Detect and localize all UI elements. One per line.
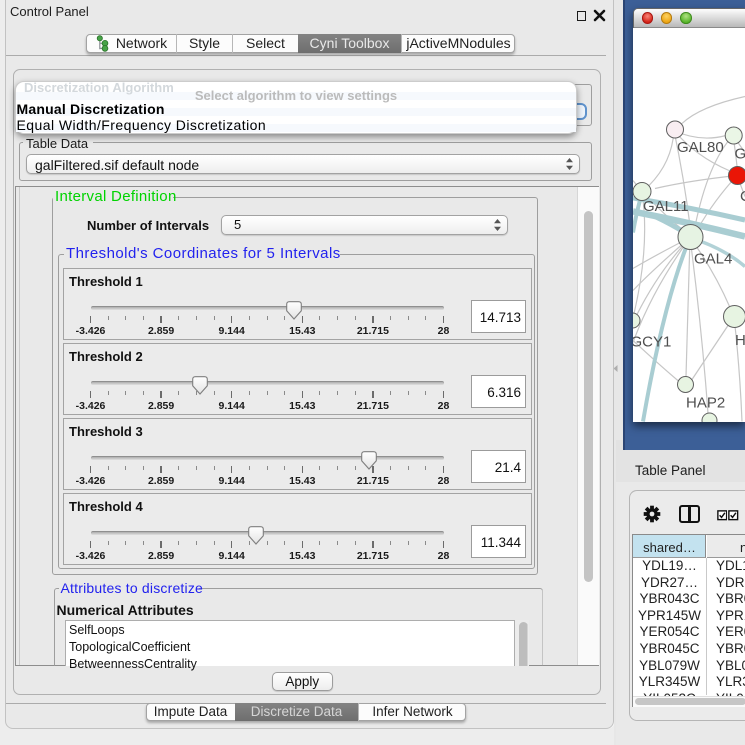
svg-text:GAL: GAL <box>735 145 745 162</box>
svg-text:HIS: HIS <box>735 332 745 349</box>
svg-text:GAL80: GAL80 <box>677 139 724 156</box>
svg-text:HAP2: HAP2 <box>686 394 725 411</box>
svg-text:GAL4: GAL4 <box>694 250 732 267</box>
svg-text:GCY1: GCY1 <box>633 333 671 350</box>
svg-text:GAL11: GAL11 <box>643 198 689 215</box>
svg-text:CY: CY <box>740 188 745 205</box>
